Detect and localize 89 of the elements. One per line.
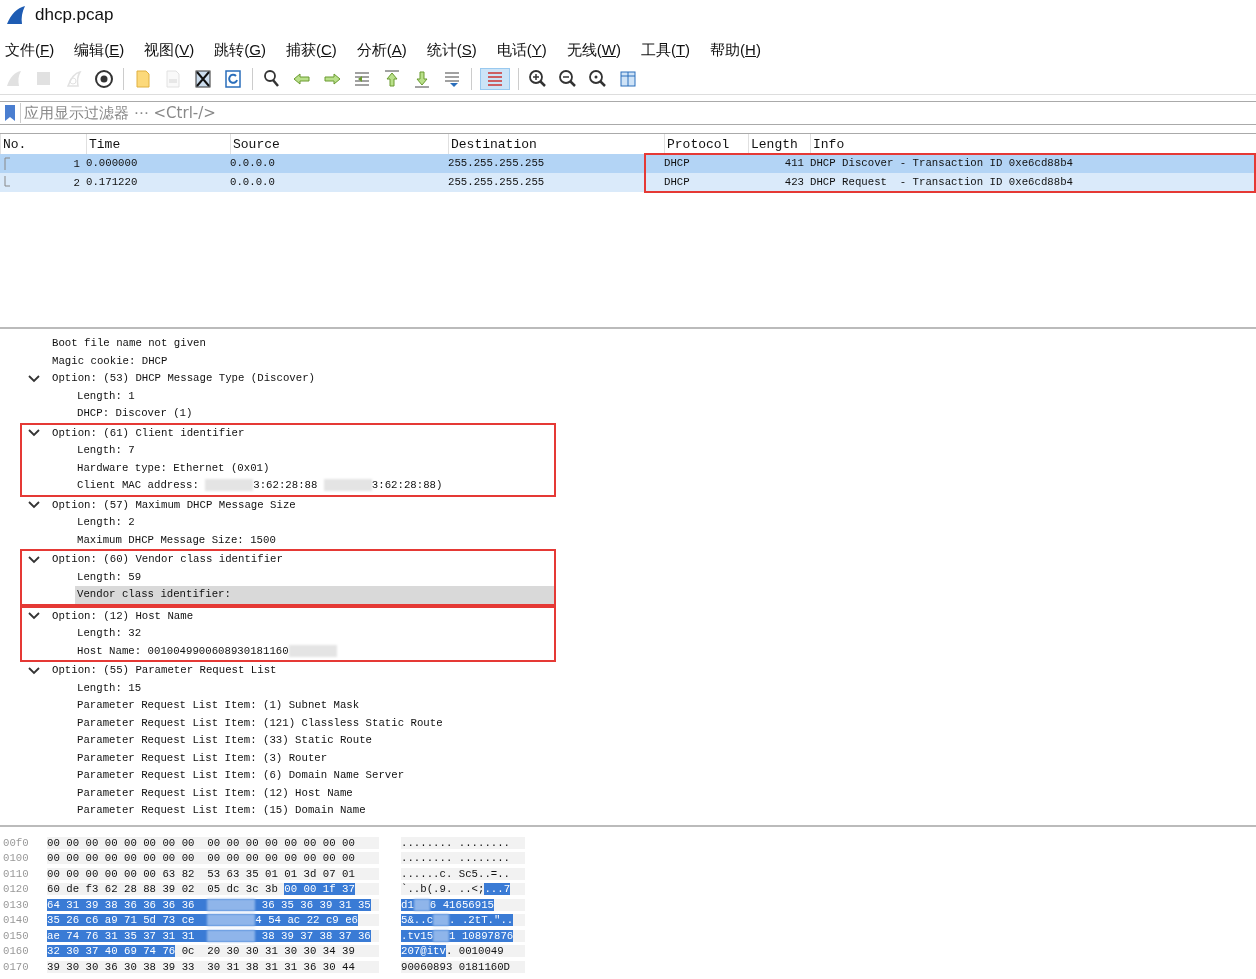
hex-bytes[interactable]: ae 74 76 31 35 37 31 31 38 39 37 38 37 36: [47, 929, 379, 942]
reload-icon[interactable]: [222, 68, 244, 90]
table-cell[interactable]: 0.0.0.0: [230, 154, 448, 173]
close-file-icon[interactable]: [192, 68, 214, 90]
menu-item[interactable]: 跳转(G): [214, 40, 266, 60]
menu-item[interactable]: 统计(S): [426, 40, 477, 60]
tree-item[interactable]: Vendor class identifier:: [75, 586, 554, 604]
hex-bytes[interactable]: 64 31 39 38 36 36 36 36 36 35 36 39 31 35: [47, 898, 379, 911]
tree-item[interactable]: Option: (55) Parameter Request List: [50, 662, 1256, 680]
chevron-icon[interactable]: [28, 664, 40, 677]
tree-item[interactable]: Option: (53) DHCP Message Type (Discover): [50, 370, 1256, 388]
tree-item[interactable]: Maximum DHCP Message Size: 1500: [75, 531, 1256, 549]
menu-item[interactable]: 编辑(E): [74, 40, 125, 60]
tree-item[interactable]: Parameter Request List Item: (33) Static Route: [75, 732, 1256, 750]
menu-item[interactable]: 帮助(H): [710, 40, 761, 60]
table-cell[interactable]: 0.171220: [86, 173, 230, 192]
fin-logo-icon: [5, 4, 27, 26]
tree-item[interactable]: Boot file name not given: [50, 335, 1256, 353]
tree-item[interactable]: Parameter Request List Item: (121) Classless Static Route: [75, 714, 1256, 732]
table-cell[interactable]: 255.255.255.255: [448, 173, 664, 192]
tree-item[interactable]: Length: 2: [75, 514, 1256, 532]
offset-label: 0150: [2, 929, 30, 942]
table-cell[interactable]: 1: [73, 158, 80, 170]
tree-item[interactable]: Client MAC address: 3:62:28:88 3:62:28:88): [75, 477, 554, 495]
offset-label: 0110: [2, 867, 30, 880]
tree-item[interactable]: Parameter Request List Item: (15) Domain Name: [75, 802, 1256, 820]
column-header[interactable]: Info: [810, 134, 1256, 154]
ascii-text[interactable]: 207@itv. 0010049: [401, 945, 525, 958]
chevron-icon[interactable]: [28, 553, 40, 566]
ascii-text[interactable]: 5&..c . .2tT."..: [401, 914, 525, 927]
offset-label: 00f0: [2, 836, 30, 849]
tree-item[interactable]: Length: 59: [75, 568, 554, 586]
offset-label: 0170: [2, 960, 30, 973]
menu-item[interactable]: 视图(V): [144, 40, 195, 60]
tree-item[interactable]: Length: 32: [75, 625, 554, 643]
offset-label: 0160: [2, 945, 30, 958]
tree-item[interactable]: Option: (61) Client identifier: [50, 424, 554, 442]
column-header[interactable]: Protocol: [664, 134, 748, 154]
ascii-text[interactable]: ......c. Sc5..=..: [401, 867, 525, 880]
hex-bytes[interactable]: 35 26 c6 a9 71 5d 73 ce 4 54 ac 22 c9 e6: [47, 914, 379, 927]
tree-item[interactable]: Hardware type: Ethernet (0x01): [75, 459, 554, 477]
menu-item[interactable]: 捕获(C): [285, 40, 337, 60]
menu-item[interactable]: 电话(Y): [496, 40, 547, 60]
menu-item[interactable]: 文件(F): [5, 40, 55, 60]
offset-label: 0130: [2, 898, 30, 911]
table-cell[interactable]: 0.000000: [86, 154, 230, 173]
tree-item[interactable]: Parameter Request List Item: (3) Router: [75, 749, 1256, 767]
menu-item[interactable]: 无线(W): [566, 40, 621, 60]
tree-item[interactable]: Magic cookie: DHCP: [50, 352, 1256, 370]
ascii-text[interactable]: ........ ........: [401, 852, 525, 865]
window-title: dhcp.pcap: [35, 5, 114, 25]
ascii-text[interactable]: d1 6 41656915: [401, 898, 525, 911]
tree-item[interactable]: Option: (60) Vendor class identifier: [50, 551, 554, 569]
chevron-icon[interactable]: [28, 372, 40, 385]
offset-label: 0100: [2, 852, 30, 865]
hex-bytes[interactable]: 00 00 00 00 00 00 00 00 00 00 00 00 00 00 00 00: [47, 852, 379, 865]
table-cell[interactable]: 255.255.255.255: [448, 154, 664, 173]
bracket-icon: [3, 157, 11, 171]
tree-item[interactable]: Parameter Request List Item: (6) Domain Name Server: [75, 767, 1256, 785]
hex-bytes[interactable]: 00 00 00 00 00 00 00 00 00 00 00 00 00 00 00 00: [47, 836, 379, 849]
ascii-text[interactable]: `..b(.9. ..<;...7: [401, 883, 525, 896]
menu-item[interactable]: 分析(A): [356, 40, 407, 60]
tree-item[interactable]: DHCP: Discover (1): [75, 405, 1256, 423]
hex-bytes[interactable]: 60 de f3 62 28 88 39 02 05 dc 3c 3b 00 00 1f 37: [47, 883, 379, 896]
tree-item[interactable]: Length: 1: [75, 387, 1256, 405]
ascii-text[interactable]: .tv15 1 10897876: [401, 929, 525, 942]
tree-item[interactable]: Parameter Request List Item: (1) Subnet Mask: [75, 697, 1256, 715]
tree-item[interactable]: Length: 7: [75, 442, 554, 460]
menu-item[interactable]: 工具(T): [640, 40, 691, 60]
gear-icon[interactable]: [93, 68, 115, 90]
colored-lines-icon[interactable]: [480, 68, 510, 90]
tree-item[interactable]: Parameter Request List Item: (12) Host Name: [75, 784, 1256, 802]
tree-item[interactable]: Length: 15: [75, 679, 1256, 697]
hex-bytes[interactable]: 00 00 00 00 00 00 63 82 53 63 35 01 01 3d 07 01: [47, 867, 379, 880]
offset-label: 0140: [2, 914, 30, 927]
column-resize-icon[interactable]: [617, 68, 639, 90]
table-cell[interactable]: 2: [73, 177, 80, 189]
hex-bytes[interactable]: 39 30 30 36 30 38 39 33 30 31 38 31 31 36 30 44: [47, 960, 379, 973]
tree-item[interactable]: Host Name: 0010049900608930181160: [75, 642, 554, 660]
tree-item[interactable]: Option: (12) Host Name: [50, 607, 554, 625]
hex-bytes[interactable]: 32 30 37 40 69 74 76 0c 20 30 30 31 30 30 34 39: [47, 945, 379, 958]
bracket-icon: [3, 176, 11, 190]
ascii-text[interactable]: ........ ........: [401, 836, 525, 849]
offset-label: 0120: [2, 883, 30, 896]
bookmark-icon[interactable]: [4, 104, 16, 122]
tree-item[interactable]: Option: (57) Maximum DHCP Message Size: [50, 496, 1256, 514]
column-header[interactable]: Length: [748, 134, 810, 154]
table-cell[interactable]: 0.0.0.0: [230, 173, 448, 192]
ascii-text[interactable]: 90060893 0181160D: [401, 960, 525, 973]
